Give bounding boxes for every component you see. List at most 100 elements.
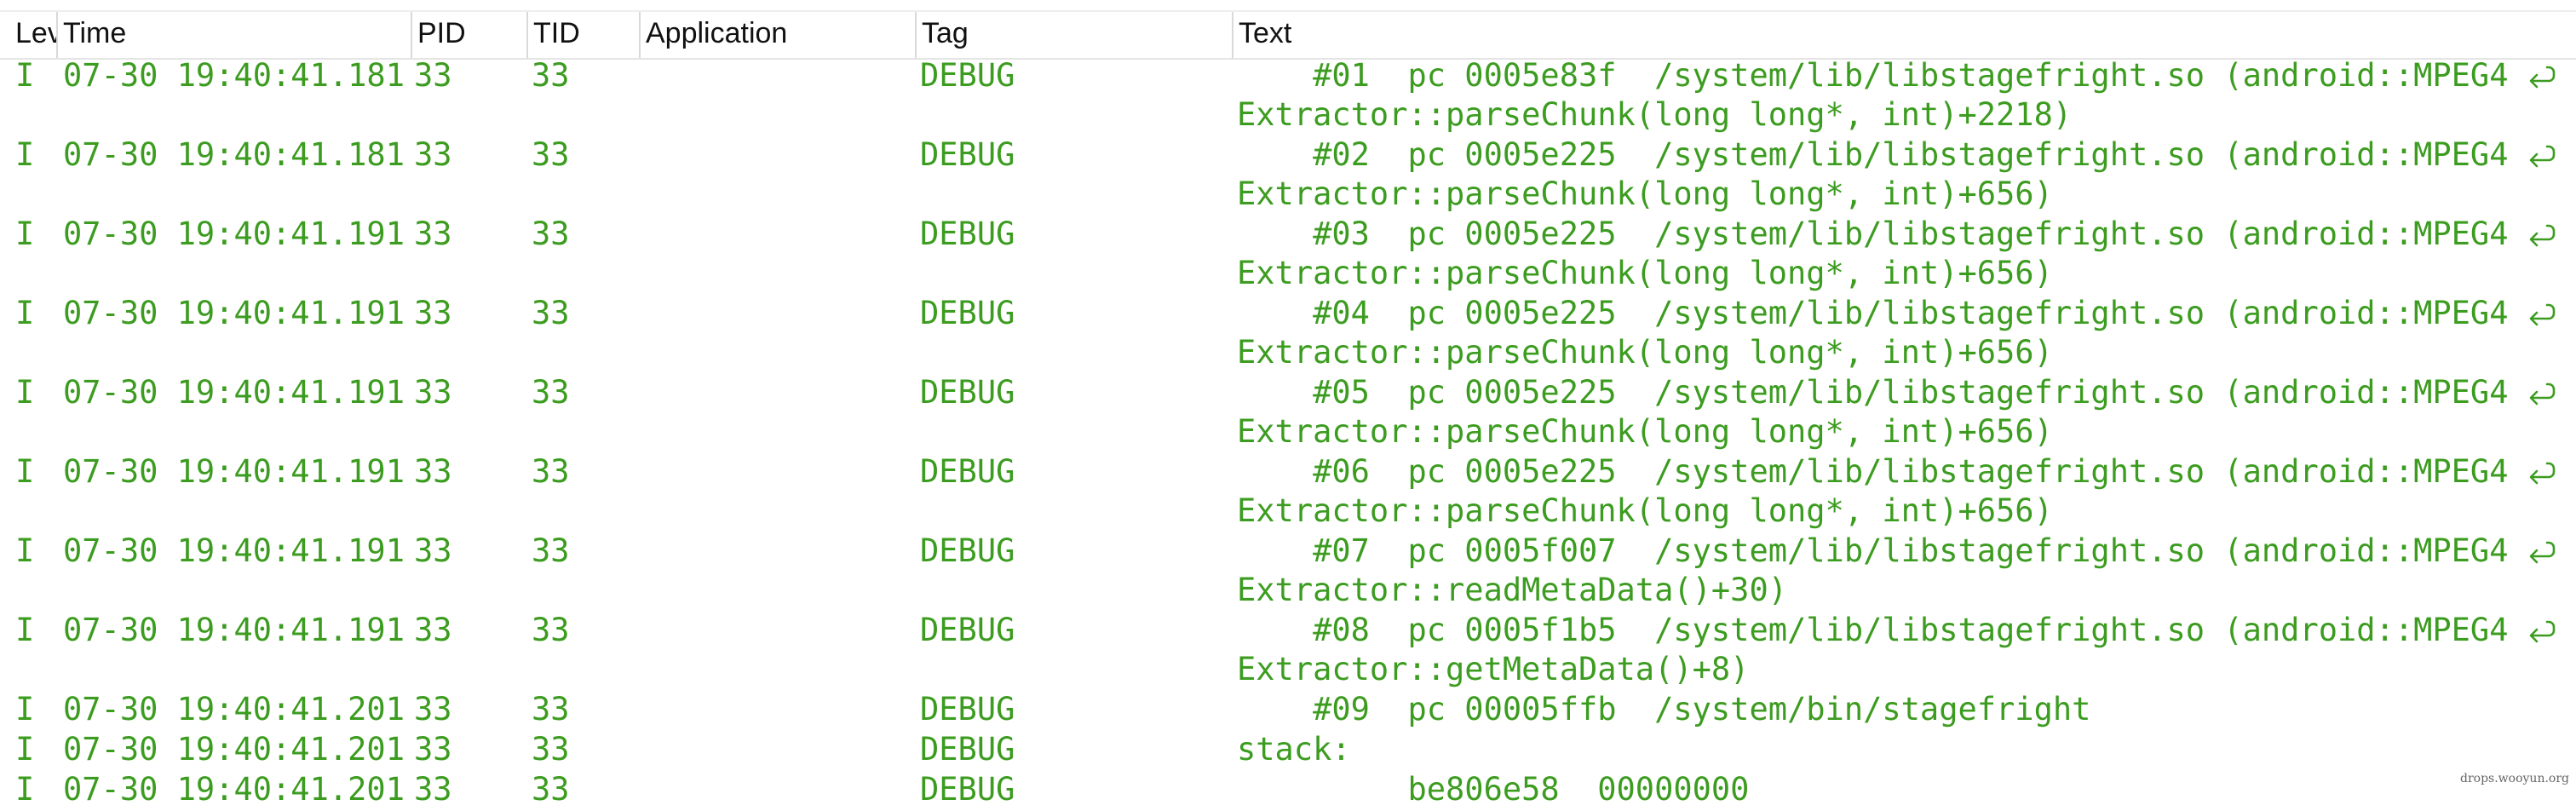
log-time: 07-30 19:40:41.201 bbox=[63, 731, 405, 768]
log-text-content: Extractor::readMetaData()+30) bbox=[1237, 572, 1788, 608]
log-text-line: Extractor::parseChunk(long long*, int)+6… bbox=[1237, 333, 2556, 372]
log-text-content: #09 pc 00005ffb /system/bin/stagefright bbox=[1237, 691, 2091, 728]
log-text: #08 pc 0005f1b5 /system/lib/libstagefrig… bbox=[1237, 611, 2556, 689]
log-text-content: Extractor::parseChunk(long long*, int)+6… bbox=[1237, 255, 2053, 291]
log-pid: 33 bbox=[414, 136, 452, 173]
watermark: drops.wooyun.org bbox=[2460, 772, 2569, 785]
log-level: I bbox=[15, 691, 35, 728]
log-row[interactable]: I 07-30 19:40:41.201 33 33 DEBUG be806e58 00… bbox=[0, 770, 2576, 810]
line-wrap-icon bbox=[2527, 65, 2556, 90]
log-pid: 33 bbox=[414, 691, 452, 728]
log-tid: 33 bbox=[532, 532, 570, 569]
log-tag: DEBUG bbox=[920, 731, 1015, 768]
log-row[interactable]: I 07-30 19:40:41.191 33 33 DEBUG #07 pc 0005… bbox=[0, 532, 2576, 611]
log-text-content: Extractor::parseChunk(long long*, int)+2… bbox=[1237, 96, 2073, 133]
column-header: Level Time PID TID Application Tag Text bbox=[0, 10, 2576, 60]
log-text-content: #03 pc 0005e225 /system/lib/libstagefrig… bbox=[1237, 216, 2509, 252]
log-text-line: #01 pc 0005e83f /system/lib/libstagefrig… bbox=[1237, 56, 2556, 95]
log-text-line: #05 pc 0005e225 /system/lib/libstagefrig… bbox=[1237, 373, 2556, 412]
log-level: I bbox=[15, 612, 35, 648]
log-text: #07 pc 0005f007 /system/lib/libstagefrig… bbox=[1237, 532, 2556, 610]
log-pid: 33 bbox=[414, 731, 452, 768]
log-row[interactable]: I 07-30 19:40:41.201 33 33 DEBUG stack: bbox=[0, 730, 2576, 770]
log-tid: 33 bbox=[532, 216, 570, 252]
log-row[interactable]: I 07-30 19:40:41.191 33 33 DEBUG #03 pc 0005… bbox=[0, 215, 2576, 294]
line-wrap-icon bbox=[2527, 619, 2556, 645]
log-level: I bbox=[15, 216, 35, 252]
log-text-line: Extractor::parseChunk(long long*, int)+6… bbox=[1237, 254, 2556, 293]
log-text-line: stack: bbox=[1237, 730, 1351, 769]
log-row[interactable]: I 07-30 19:40:41.201 33 33 DEBUG #09 pc 0000… bbox=[0, 690, 2576, 730]
log-text-content: #08 pc 0005f1b5 /system/lib/libstagefrig… bbox=[1237, 612, 2509, 648]
log-text: be806e58 00000000 bbox=[1237, 770, 1749, 809]
log-row[interactable]: I 07-30 19:40:41.191 33 33 DEBUG #06 pc 0005… bbox=[0, 452, 2576, 532]
log-text: #02 pc 0005e225 /system/lib/libstagefrig… bbox=[1237, 135, 2556, 214]
line-wrap-icon bbox=[2527, 223, 2556, 249]
log-level: I bbox=[15, 374, 35, 411]
log-text-line: #09 pc 00005ffb /system/bin/stagefright bbox=[1237, 690, 2090, 729]
log-tag: DEBUG bbox=[920, 532, 1015, 569]
log-text-line: Extractor::getMetaData()+8) bbox=[1237, 650, 2556, 689]
log-time: 07-30 19:40:41.201 bbox=[63, 691, 405, 728]
log-tag: DEBUG bbox=[920, 453, 1015, 490]
log-text-line: Extractor::parseChunk(long long*, int)+6… bbox=[1237, 412, 2556, 452]
line-wrap-icon bbox=[2527, 382, 2556, 407]
log-time: 07-30 19:40:41.191 bbox=[63, 216, 405, 252]
column-level[interactable]: Level bbox=[0, 12, 56, 58]
log-text: #01 pc 0005e83f /system/lib/libstagefrig… bbox=[1237, 56, 2556, 135]
log-tag: DEBUG bbox=[920, 295, 1015, 331]
log-rows: I 07-30 19:40:41.181 33 33 DEBUG #01 pc 0005… bbox=[0, 56, 2576, 810]
log-pid: 33 bbox=[414, 453, 452, 490]
logcat-window: Level Time PID TID Application Tag Text … bbox=[0, 0, 2576, 811]
log-text-line: #06 pc 0005e225 /system/lib/libstagefrig… bbox=[1237, 452, 2556, 492]
log-time: 07-30 19:40:41.181 bbox=[63, 57, 405, 94]
log-text-line: #03 pc 0005e225 /system/lib/libstagefrig… bbox=[1237, 215, 2556, 254]
log-level: I bbox=[15, 136, 35, 173]
line-wrap-icon bbox=[2527, 540, 2556, 566]
log-pid: 33 bbox=[414, 57, 452, 94]
log-tid: 33 bbox=[532, 453, 570, 490]
column-text[interactable]: Text bbox=[1232, 12, 2576, 58]
log-text-line: #08 pc 0005f1b5 /system/lib/libstagefrig… bbox=[1237, 611, 2556, 650]
log-pid: 33 bbox=[414, 295, 452, 331]
log-level: I bbox=[15, 453, 35, 490]
log-pid: 33 bbox=[414, 216, 452, 252]
log-level: I bbox=[15, 771, 35, 808]
column-tag[interactable]: Tag bbox=[915, 12, 1232, 58]
log-row[interactable]: I 07-30 19:40:41.191 33 33 DEBUG #04 pc 0005… bbox=[0, 294, 2576, 373]
log-text-content: #02 pc 0005e225 /system/lib/libstagefrig… bbox=[1237, 136, 2509, 173]
column-tid[interactable]: TID bbox=[526, 12, 639, 58]
log-tag: DEBUG bbox=[920, 691, 1015, 728]
column-application[interactable]: Application bbox=[639, 12, 915, 58]
log-tag: DEBUG bbox=[920, 612, 1015, 648]
log-text-content: #01 pc 0005e83f /system/lib/libstagefrig… bbox=[1237, 57, 2509, 94]
log-time: 07-30 19:40:41.191 bbox=[63, 374, 405, 411]
log-text-line: #07 pc 0005f007 /system/lib/libstagefrig… bbox=[1237, 532, 2556, 571]
log-tid: 33 bbox=[532, 57, 570, 94]
log-text: #06 pc 0005e225 /system/lib/libstagefrig… bbox=[1237, 452, 2556, 531]
log-level: I bbox=[15, 532, 35, 569]
log-row[interactable]: I 07-30 19:40:41.181 33 33 DEBUG #02 pc 0005… bbox=[0, 135, 2576, 215]
line-wrap-icon bbox=[2527, 144, 2556, 170]
log-tid: 33 bbox=[532, 691, 570, 728]
column-time[interactable]: Time bbox=[56, 12, 411, 58]
log-row[interactable]: I 07-30 19:40:41.191 33 33 DEBUG #08 pc 0005… bbox=[0, 611, 2576, 690]
log-time: 07-30 19:40:41.191 bbox=[63, 295, 405, 331]
log-tid: 33 bbox=[532, 374, 570, 411]
log-text-content: Extractor::parseChunk(long long*, int)+6… bbox=[1237, 413, 2053, 450]
log-text-content: Extractor::parseChunk(long long*, int)+6… bbox=[1237, 175, 2053, 212]
log-time: 07-30 19:40:41.191 bbox=[63, 612, 405, 648]
log-text-line: Extractor::parseChunk(long long*, int)+2… bbox=[1237, 95, 2556, 135]
column-pid[interactable]: PID bbox=[411, 12, 526, 58]
log-time: 07-30 19:40:41.191 bbox=[63, 453, 405, 490]
log-row[interactable]: I 07-30 19:40:41.191 33 33 DEBUG #05 pc 0005… bbox=[0, 373, 2576, 452]
log-level: I bbox=[15, 295, 35, 331]
log-text-line: Extractor::parseChunk(long long*, int)+6… bbox=[1237, 175, 2556, 214]
log-tag: DEBUG bbox=[920, 374, 1015, 411]
log-tag: DEBUG bbox=[920, 771, 1015, 808]
log-text-content: be806e58 00000000 bbox=[1237, 771, 1750, 808]
log-row[interactable]: I 07-30 19:40:41.181 33 33 DEBUG #01 pc 0005… bbox=[0, 56, 2576, 135]
log-time: 07-30 19:40:41.181 bbox=[63, 136, 405, 173]
log-text-content: Extractor::getMetaData()+8) bbox=[1237, 651, 1750, 687]
log-text-content: #04 pc 0005e225 /system/lib/libstagefrig… bbox=[1237, 295, 2509, 331]
